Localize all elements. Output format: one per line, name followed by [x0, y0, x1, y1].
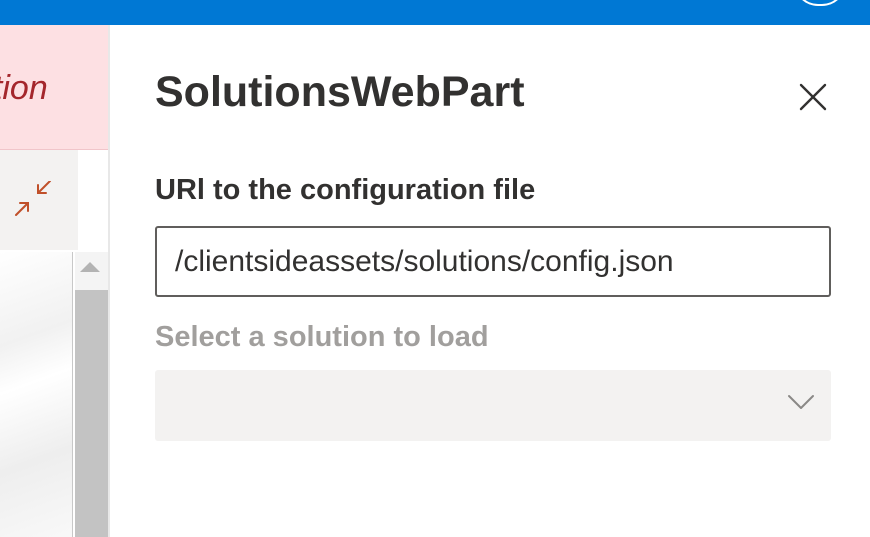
config-file-label: URl to the configuration file [155, 174, 536, 206]
solution-dropdown[interactable] [155, 370, 831, 441]
top-suite-bar [0, 0, 870, 25]
pane-divider [108, 25, 110, 537]
error-message: ation [0, 69, 48, 107]
solution-dropdown-label: Select a solution to load [155, 321, 489, 353]
error-banner: ation [0, 25, 108, 150]
scroll-up-icon[interactable] [80, 262, 100, 272]
toolbar-spacer [78, 150, 108, 250]
config-file-input[interactable] [155, 226, 831, 297]
close-icon [799, 83, 827, 111]
pane-title: SolutionsWebPart [155, 68, 525, 116]
scrollbar-thumb[interactable] [75, 290, 108, 537]
collapse-arrows-icon[interactable] [14, 180, 54, 221]
webpart-canvas [0, 252, 73, 537]
canvas-area: ation [0, 25, 109, 537]
chevron-down-icon [788, 395, 814, 409]
close-button[interactable] [792, 76, 834, 118]
user-avatar[interactable] [794, 0, 846, 6]
